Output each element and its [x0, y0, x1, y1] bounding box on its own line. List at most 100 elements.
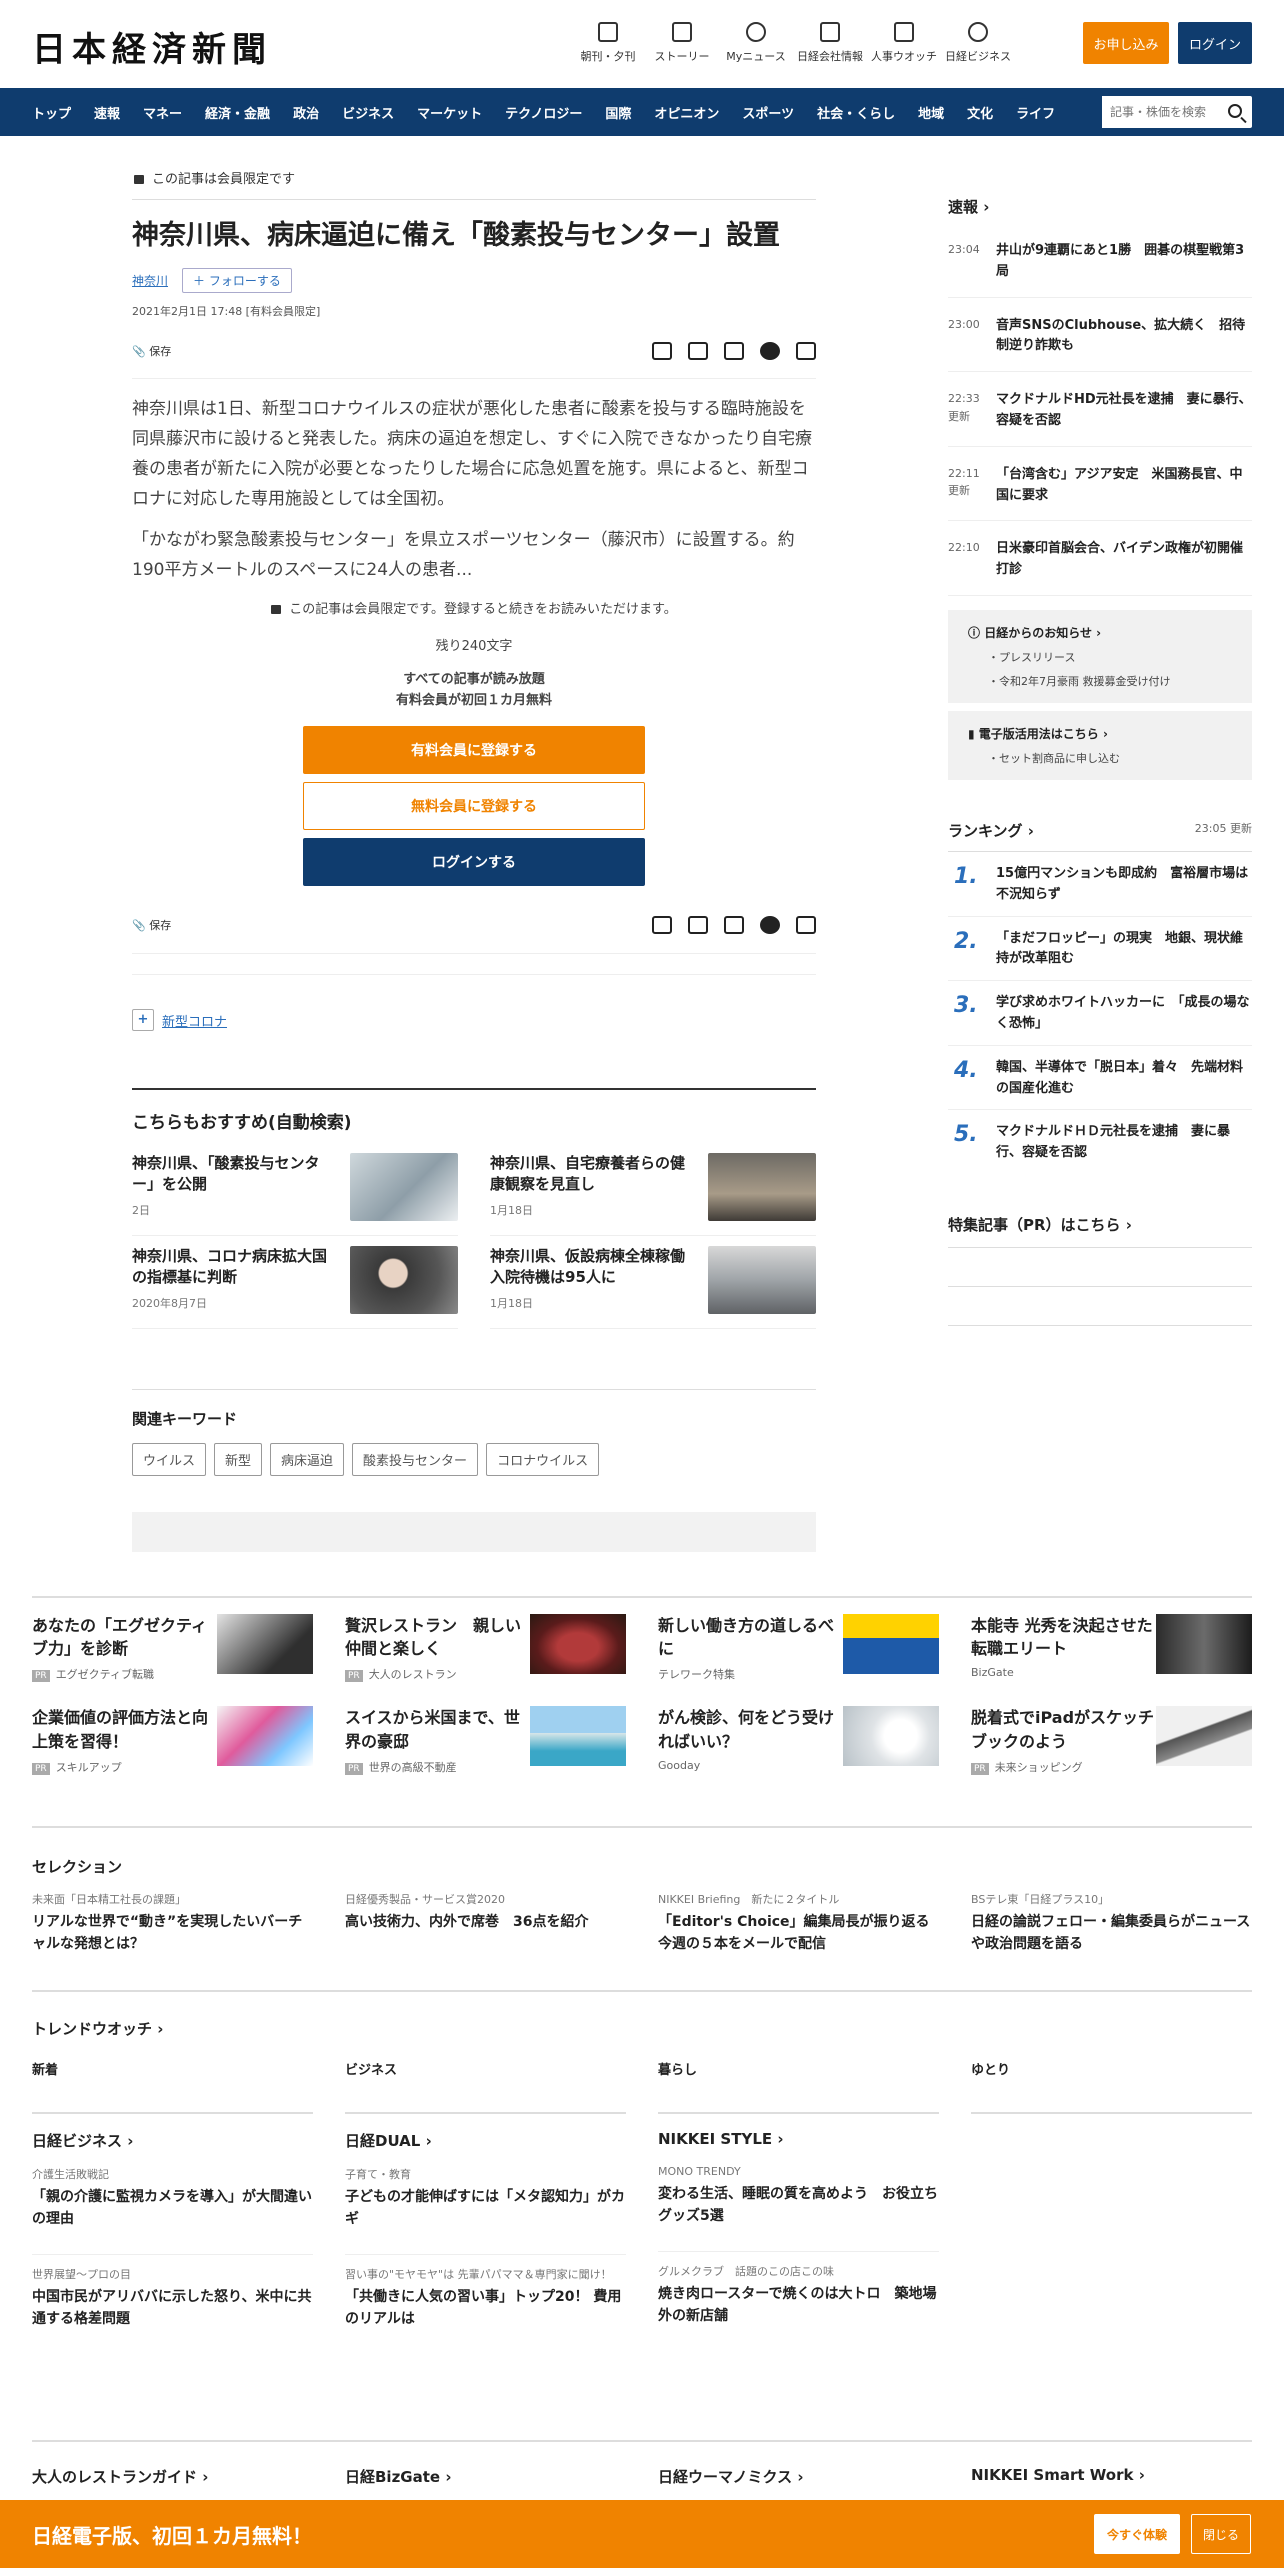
- selection-item[interactable]: 日経優秀製品・サービス賞2020 高い技術力、内外で席巻 36点を紹介: [345, 1891, 626, 1956]
- personnel-watch-link[interactable]: 人事ウオッチ: [868, 22, 940, 64]
- my-news-link[interactable]: Myニュース: [720, 22, 792, 64]
- breaking-news-title[interactable]: 速報: [948, 196, 1252, 217]
- media-item[interactable]: 介護生活敗戦記 「親の介護に監視カメラを導入」が大間違いの理由: [32, 2155, 313, 2242]
- share-icon[interactable]: [796, 916, 816, 935]
- media-item[interactable]: 世界展望～プロの目 中国市民がアリババに示した怒り、米中に共通する格差問題: [32, 2254, 313, 2342]
- bookmark-icon[interactable]: [688, 916, 708, 935]
- media-item[interactable]: MONO TRENDY 変わる生活、睡眠の質を高めよう お役立ちグッズ5選: [658, 2152, 939, 2239]
- selection-item[interactable]: BSテレ東「日経プラス10」 日経の論説フェロー・編集委員らがニュースや政治問題を…: [971, 1891, 1252, 1956]
- nav-item-sports[interactable]: スポーツ: [742, 103, 794, 122]
- keyword-chip[interactable]: ウイルス: [132, 1442, 207, 1476]
- news-item[interactable]: 23:04 井山が9連覇にあと1勝 囲碁の棋聖戦第3局: [948, 233, 1252, 298]
- close-banner-button[interactable]: 閉じる: [1191, 2514, 1251, 2554]
- media-item[interactable]: グルメクラブ 話題のこの店この味 焼き肉ロースターで焼くのは大トロ 築地場外の新店…: [658, 2251, 939, 2339]
- footer-link[interactable]: 大人のレストランガイド: [32, 2466, 313, 2487]
- ad-item[interactable]: 本能寺 光秀を決起させた転職エリート BizGate: [971, 1614, 1252, 1682]
- nav-item-economy[interactable]: 経済・金融: [205, 103, 270, 122]
- nav-item-market[interactable]: マーケット: [417, 103, 482, 122]
- notice-item[interactable]: ・令和2年7月豪雨 救援募金受け付け: [968, 673, 1232, 689]
- register-paid-button[interactable]: 有料会員に登録する: [303, 725, 645, 774]
- paywall-login-button[interactable]: ログインする: [303, 837, 645, 886]
- media-item[interactable]: 子育て・教育 子どもの才能伸ばすには「メタ認知力」がカギ: [345, 2155, 626, 2242]
- trend-tab-business[interactable]: ビジネス: [345, 2059, 626, 2114]
- facebook-icon[interactable]: [760, 916, 780, 935]
- keyword-chip[interactable]: コロナウイルス: [486, 1442, 600, 1476]
- topic-link[interactable]: 新型コロナ: [162, 1011, 227, 1030]
- footer-link[interactable]: 日経BizGate: [345, 2466, 626, 2487]
- selection-item[interactable]: 未来面「日本精工社長の課題」 リアルな世界で“動き”を実現したいバーチャルな発想と…: [32, 1891, 313, 1956]
- login-button[interactable]: ログイン: [1178, 22, 1252, 64]
- plus-icon[interactable]: +: [132, 1009, 154, 1032]
- ad-item[interactable]: 企業価値の評価方法と向上策を習得！ PR スキルアップ: [32, 1706, 313, 1775]
- reco-item[interactable]: 神奈川県、仮設病棟全棟稼働 入院待機は95人に 1月18日: [490, 1236, 816, 1329]
- ad-item[interactable]: スイスから米国まで、世界の豪邸 PR 世界の高級不動産: [345, 1706, 626, 1775]
- trend-tab-leisure[interactable]: ゆとり: [971, 2059, 1252, 2114]
- reco-item[interactable]: 神奈川県、コロナ病床拡大国の指標基に判断 2020年8月7日: [132, 1236, 458, 1329]
- nav-item-technology[interactable]: テクノロジー: [505, 103, 582, 122]
- nav-item-life[interactable]: ライフ: [1016, 103, 1055, 122]
- pr-title[interactable]: 特集記事（PR）はこちら: [948, 1214, 1252, 1248]
- twitter-icon[interactable]: [724, 341, 744, 360]
- ad-item[interactable]: あなたの「エグゼクティブ力」を診断 PR エグゼクティブ転職: [32, 1614, 313, 1683]
- news-item[interactable]: 23:00 音声SNSのClubhouse、拡大続く 招待制逆り詐欺も: [948, 308, 1252, 373]
- notice-item[interactable]: ・セット割商品に申し込む: [968, 750, 1232, 766]
- nav-item-opinion[interactable]: オピニオン: [654, 103, 719, 122]
- subscribe-button[interactable]: お申し込み: [1083, 22, 1169, 64]
- try-now-button[interactable]: 今すぐ体験: [1094, 2514, 1180, 2554]
- morning-evening-edition-link[interactable]: 朝刊・夕刊: [572, 22, 644, 64]
- news-item[interactable]: 22:33 更新 マクドナルドHD元社長を逮捕 妻に暴行、容疑を否認: [948, 382, 1252, 447]
- media-item[interactable]: 習い事の"モヤモヤ"は 先輩パパママ＆専門家に聞け！ 「共働きに人気の習い事」トッ…: [345, 2254, 626, 2342]
- nav-item-international[interactable]: 国際: [605, 103, 631, 122]
- nav-item-politics[interactable]: 政治: [293, 103, 319, 122]
- save-button[interactable]: 📎 保存: [132, 343, 171, 359]
- ad-item[interactable]: 新しい働き方の道しるべに テレワーク特集: [658, 1614, 939, 1682]
- selection-item[interactable]: NIKKEI Briefing 新たに２タイトル 「Editor's Choice…: [658, 1891, 939, 1956]
- news-item[interactable]: 22:10 日米豪印首脳会合、バイデン政権が初開催打診: [948, 531, 1252, 596]
- news-item[interactable]: 22:11 更新 「台湾含む」アジア安定 米国務長官、中国に要求: [948, 457, 1252, 522]
- nav-item-region[interactable]: 地域: [918, 103, 944, 122]
- trend-tab-new[interactable]: 新着: [32, 2059, 313, 2114]
- ad-item[interactable]: がん検診、何をどう受ければいい？ Gooday: [658, 1706, 939, 1774]
- twitter-icon[interactable]: [724, 916, 744, 935]
- media-title[interactable]: NIKKEI STYLE: [658, 2130, 939, 2148]
- notice-item[interactable]: ・プレスリリース: [968, 649, 1232, 665]
- save-button[interactable]: 📎 保存: [132, 917, 171, 933]
- bookmark-icon[interactable]: [688, 341, 708, 360]
- nav-item-society[interactable]: 社会・くらし: [817, 103, 895, 122]
- share-icon[interactable]: [796, 341, 816, 360]
- register-free-button[interactable]: 無料会員に登録する: [303, 781, 645, 830]
- nav-item-breaking[interactable]: 速報: [94, 103, 120, 122]
- ad-item[interactable]: 脱着式でiPadがスケッチブックのよう PR 未来ショッピング: [971, 1706, 1252, 1775]
- topic-tag-link[interactable]: 神奈川: [132, 272, 168, 289]
- ranking-title[interactable]: ランキング: [948, 820, 1034, 841]
- search-input[interactable]: [1102, 96, 1212, 128]
- ranking-item[interactable]: 4. 韓国、半導体で「脱日本」着々 先端材料の国産化進む: [948, 1046, 1252, 1111]
- nav-item-culture[interactable]: 文化: [967, 103, 993, 122]
- nikkei-logo[interactable]: 日本経済新聞: [32, 22, 272, 71]
- facebook-icon[interactable]: [760, 341, 780, 360]
- footer-link[interactable]: NIKKEI Smart Work: [971, 2466, 1252, 2487]
- mail-icon[interactable]: [652, 341, 672, 360]
- company-info-link[interactable]: 日経会社情報: [794, 22, 866, 64]
- footer-link[interactable]: 日経ウーマノミクス: [658, 2466, 939, 2487]
- nav-item-top[interactable]: トップ: [32, 103, 71, 122]
- keyword-chip[interactable]: 新型: [214, 1442, 263, 1476]
- ranking-item[interactable]: 1. 15億円マンションも即成約 富裕層市場は不況知らず: [948, 852, 1252, 917]
- mail-icon[interactable]: [652, 916, 672, 935]
- reco-item[interactable]: 神奈川県、自宅療養者らの健康観察を見直し 1月18日: [490, 1143, 816, 1236]
- trend-tab-living[interactable]: 暮らし: [658, 2059, 939, 2114]
- ad-item[interactable]: 贅沢レストラン 親しい仲間と楽しく PR 大人のレストラン: [345, 1614, 626, 1683]
- reco-item[interactable]: 神奈川県、「酸素投与センター」を公開 2日: [132, 1143, 458, 1236]
- nikkei-business-link[interactable]: 日経ビジネス: [942, 22, 1014, 64]
- follow-button[interactable]: ＋ フォローする: [182, 268, 292, 294]
- nav-item-business[interactable]: ビジネス: [342, 103, 394, 122]
- nav-item-money[interactable]: マネー: [143, 103, 182, 122]
- keyword-chip[interactable]: 酸素投与センター: [352, 1442, 479, 1476]
- ranking-item[interactable]: 2. 「まだフロッピー」の現実 地銀、現状維持が改革阻む: [948, 917, 1252, 982]
- media-title[interactable]: 日経DUAL: [345, 2130, 626, 2151]
- keyword-chip[interactable]: 病床逼迫: [270, 1442, 345, 1476]
- ranking-item[interactable]: 3. 学び求めホワイトハッカーに 「成長の場なく恐怖」: [948, 981, 1252, 1046]
- media-title[interactable]: 日経ビジネス: [32, 2130, 313, 2151]
- trend-watch-title[interactable]: トレンドウオッチ: [32, 2018, 1252, 2039]
- search-icon[interactable]: [1228, 104, 1242, 118]
